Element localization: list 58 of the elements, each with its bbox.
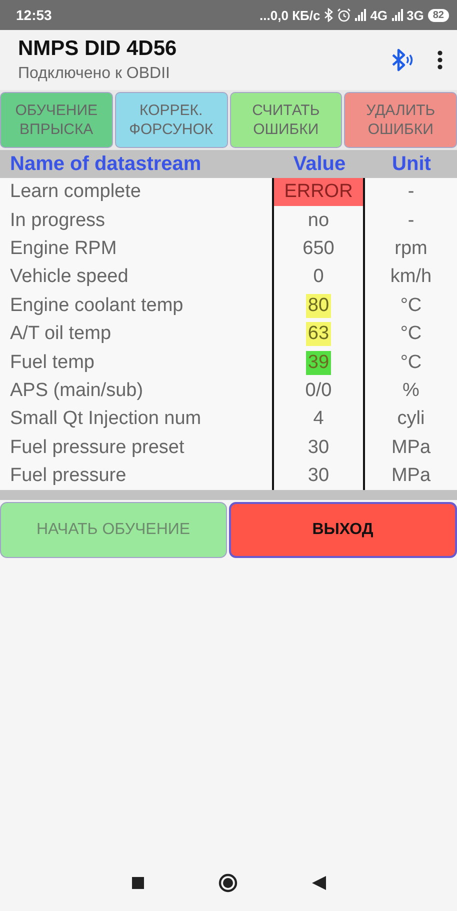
table-cell: 4 (313, 408, 324, 430)
square-icon (132, 877, 144, 889)
action-button[interactable]: КОРРЕК. ФОРСУНОК (114, 92, 228, 148)
app-title: NMPS DID 4D56 (18, 37, 178, 61)
signal-icon (355, 9, 366, 21)
table-cell-text: Fuel pressure (9, 465, 128, 488)
table-cell-text: °C (399, 323, 423, 346)
table-cell-text: rpm (394, 238, 428, 260)
table-cell: 30 (308, 465, 330, 488)
table-cell: 63 (306, 322, 332, 346)
action-button[interactable]: УДАЛИТЬ ОШИБКИ (344, 92, 457, 148)
column-header: Name of datastream (9, 152, 202, 176)
action-button[interactable]: ВЫХОД (228, 502, 457, 558)
table-cell-text: Learn complete (9, 181, 142, 204)
table-cell: 0/0 (305, 380, 332, 402)
column-header: Value (292, 152, 347, 176)
table-cell-text: Small Qt Injection num (9, 408, 202, 430)
table-cell: 80 (306, 294, 332, 318)
table-cell-text: - (406, 181, 416, 204)
back-triangle-icon (312, 876, 326, 890)
alarm-clock-icon (337, 8, 352, 22)
table-cell-text: - (406, 210, 416, 232)
table-cell: 30 (308, 436, 330, 459)
column-header: Unit (391, 152, 432, 176)
network-type: 4G (370, 8, 388, 22)
battery-level: 82 (428, 8, 449, 22)
table-cell: ERROR (272, 178, 365, 206)
bluetooth-icon (324, 8, 334, 22)
action-button[interactable]: СЧИТАТЬ ОШИБКИ (230, 92, 342, 148)
table-cell-text: Engine coolant temp (9, 294, 184, 317)
back-button[interactable] (310, 874, 328, 892)
network-type: 3G (406, 8, 424, 22)
table-cell: 39 (306, 350, 332, 375)
table-cell-text: cyli (396, 408, 426, 430)
table-cell-text: Vehicle speed (9, 266, 130, 288)
connection-status: Подключено к OBDII (18, 65, 171, 83)
table-cell: no (308, 210, 330, 232)
table-cell-text: % (402, 380, 420, 402)
table-cell-text: A/T oil temp (9, 323, 112, 346)
recent-apps-button[interactable] (130, 875, 146, 891)
action-button[interactable]: ОБУЧЕНИЕ ВПРЫСКА (0, 92, 113, 148)
circle-icon (218, 873, 238, 893)
table-cell: 0 (313, 266, 324, 288)
table-cell-text: APS (main/sub) (9, 380, 144, 402)
signal-icon (392, 9, 403, 21)
table-cell-text: km/h (389, 266, 433, 288)
table-cell-text: Fuel pressure preset (9, 436, 186, 459)
network-speed: ...0,0 КБ/с (260, 8, 320, 22)
table-cell-text: MPa (390, 465, 432, 488)
table-cell-text: Fuel temp (9, 352, 96, 374)
table-cell-text: In progress (9, 210, 106, 232)
table-cell-text: °C (399, 294, 423, 317)
table-cell-text: °C (399, 352, 423, 374)
table-cell-text: Engine RPM (9, 238, 118, 260)
more-vertical-icon (437, 50, 443, 70)
table-cell: 650 (302, 238, 334, 260)
clock-time: 12:53 (16, 7, 52, 23)
table-cell-text: MPa (390, 436, 432, 459)
